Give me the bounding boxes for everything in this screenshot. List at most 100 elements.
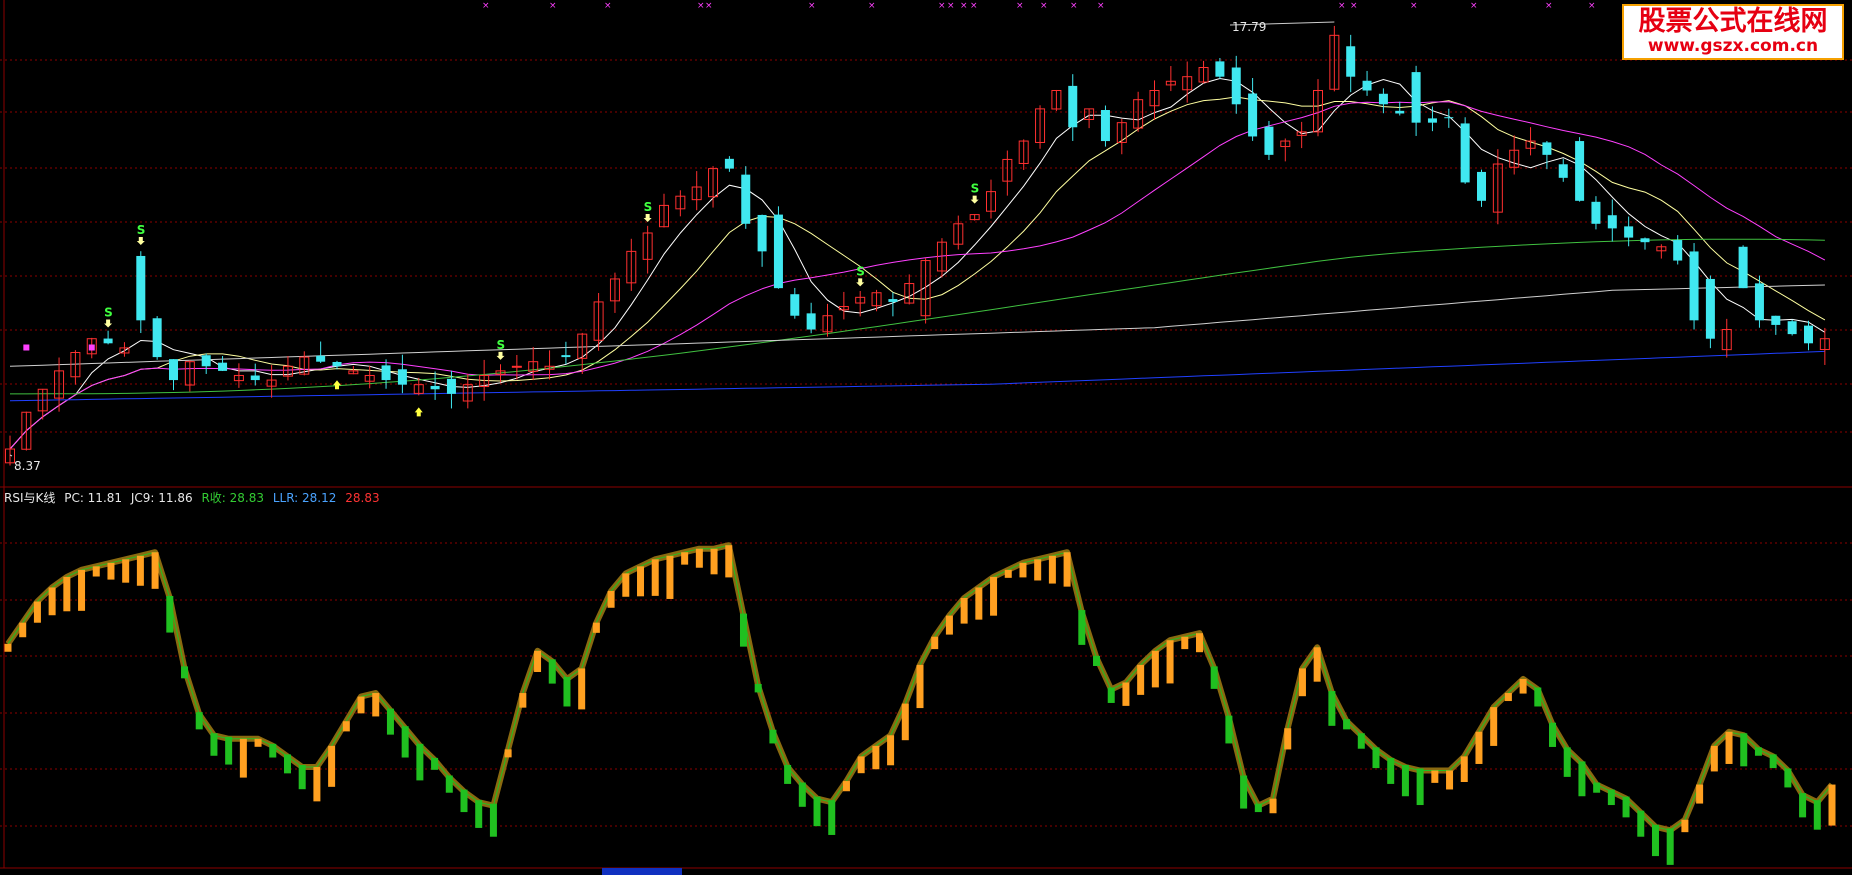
rsi-bar (1813, 800, 1821, 830)
rsi-bar (1269, 798, 1277, 814)
rsi-bar (710, 548, 718, 575)
grid-lines (0, 0, 1852, 869)
rsi-bar (1666, 828, 1674, 865)
candle-body (430, 385, 440, 390)
rsi-bar (1298, 668, 1306, 697)
rsi-bar (1828, 784, 1836, 826)
top-marker: × (1097, 1, 1105, 11)
rsi-bar (1372, 747, 1380, 769)
candle-body (1673, 240, 1683, 261)
rsi-bar (725, 545, 733, 578)
rsi-bar (431, 757, 439, 770)
rsi-bar (33, 601, 41, 623)
rsi-bar (769, 729, 777, 744)
signal-arrow-icon (856, 278, 865, 287)
candle-body (397, 369, 407, 385)
rsi-bar (842, 781, 850, 792)
signal-arrow-icon (136, 236, 145, 245)
signal-s-label: S (644, 200, 653, 214)
rsi-bar (1328, 691, 1336, 726)
candle-body (103, 338, 113, 344)
signal-arrow-icon (970, 195, 979, 204)
rsi-bar (1431, 770, 1439, 783)
top-marker: × (482, 1, 490, 11)
signal-s-label: S (104, 306, 113, 320)
rsi-bar (637, 566, 645, 597)
candle-body (1804, 325, 1813, 344)
rsi-bar (1593, 782, 1601, 793)
rsi-bar (1063, 552, 1071, 587)
candle-body (790, 294, 800, 316)
top-marker: × (1070, 1, 1078, 11)
rsi-bar (681, 552, 689, 565)
rsi-bar (1357, 733, 1365, 749)
watermark-logo: 股票公式在线网 www.gszx.com.cn (1622, 4, 1844, 60)
rsi-bar (1004, 569, 1012, 578)
rsi-bar (1549, 722, 1557, 747)
buy-arrow-icon (333, 380, 341, 390)
rsi-bar (813, 796, 821, 827)
ma20-line (9, 101, 1826, 450)
indicator-title: RSI与K线 (4, 491, 56, 505)
signal-arrow-icon (496, 351, 505, 360)
rsi-bar (122, 559, 130, 583)
rsi-bar (931, 636, 939, 650)
candle-body (773, 214, 783, 289)
rsi-bar (1387, 757, 1395, 784)
rsi-bar (4, 643, 12, 652)
candle-body (332, 361, 342, 367)
rsi-bar (1475, 731, 1483, 764)
candle-body (1689, 251, 1699, 321)
candle-body (1444, 117, 1454, 119)
rsi-bar (357, 696, 365, 714)
candle-body (218, 362, 228, 371)
rsi-bar (519, 693, 527, 708)
rsi-bar (1637, 810, 1645, 837)
top-markers: × × × × × × × × × × × × × × × × × × × × × (482, 1, 1596, 11)
candle-body (1378, 93, 1388, 105)
candle-body (724, 158, 734, 169)
rsi-bar (107, 562, 115, 580)
candle-body (1100, 110, 1110, 142)
rsi-bar (1034, 559, 1042, 581)
signal-arrow-icon (104, 319, 113, 328)
rsi-bar (1210, 666, 1218, 689)
rsi-bar (1740, 733, 1748, 767)
candle-body (1738, 246, 1748, 289)
candle-body (1477, 171, 1486, 201)
rsi-bar (19, 622, 27, 638)
ma250-line (9, 350, 1825, 402)
candle-body (1231, 67, 1241, 105)
rsi-bar (1122, 682, 1130, 706)
rsi-bar (887, 735, 895, 766)
candle-body (201, 355, 211, 367)
rsi-bar (386, 708, 394, 735)
top-marker: × (705, 1, 713, 11)
rsi-bar (1093, 655, 1101, 666)
rsi-bar (1460, 756, 1468, 782)
top-marker: × (960, 1, 968, 11)
candle-body (1346, 46, 1356, 77)
rsi-bar (1534, 687, 1542, 707)
rsi-bar (372, 693, 380, 717)
rsi-bar (401, 726, 409, 758)
candle-body (1215, 61, 1225, 77)
rsi-bar (475, 800, 483, 828)
rsi-bar (416, 743, 424, 781)
rsi-bar (945, 615, 953, 635)
top-marker: × (1588, 1, 1596, 11)
candle-body (1362, 80, 1372, 91)
rsi-bar (239, 738, 247, 778)
candle-body (1395, 110, 1405, 114)
candle-body (316, 355, 326, 362)
candle-body (1771, 315, 1781, 325)
top-marker: × (1470, 1, 1478, 11)
rsi-bar (754, 684, 762, 693)
candle-body (806, 313, 816, 330)
indicator-pc: PC: 11.81 (64, 491, 123, 505)
top-marker: × (947, 1, 955, 11)
rsi-bar (1681, 819, 1689, 833)
rsi-bar (1578, 761, 1586, 797)
rsi-bar (1107, 687, 1115, 703)
rsi-bar (225, 736, 233, 765)
